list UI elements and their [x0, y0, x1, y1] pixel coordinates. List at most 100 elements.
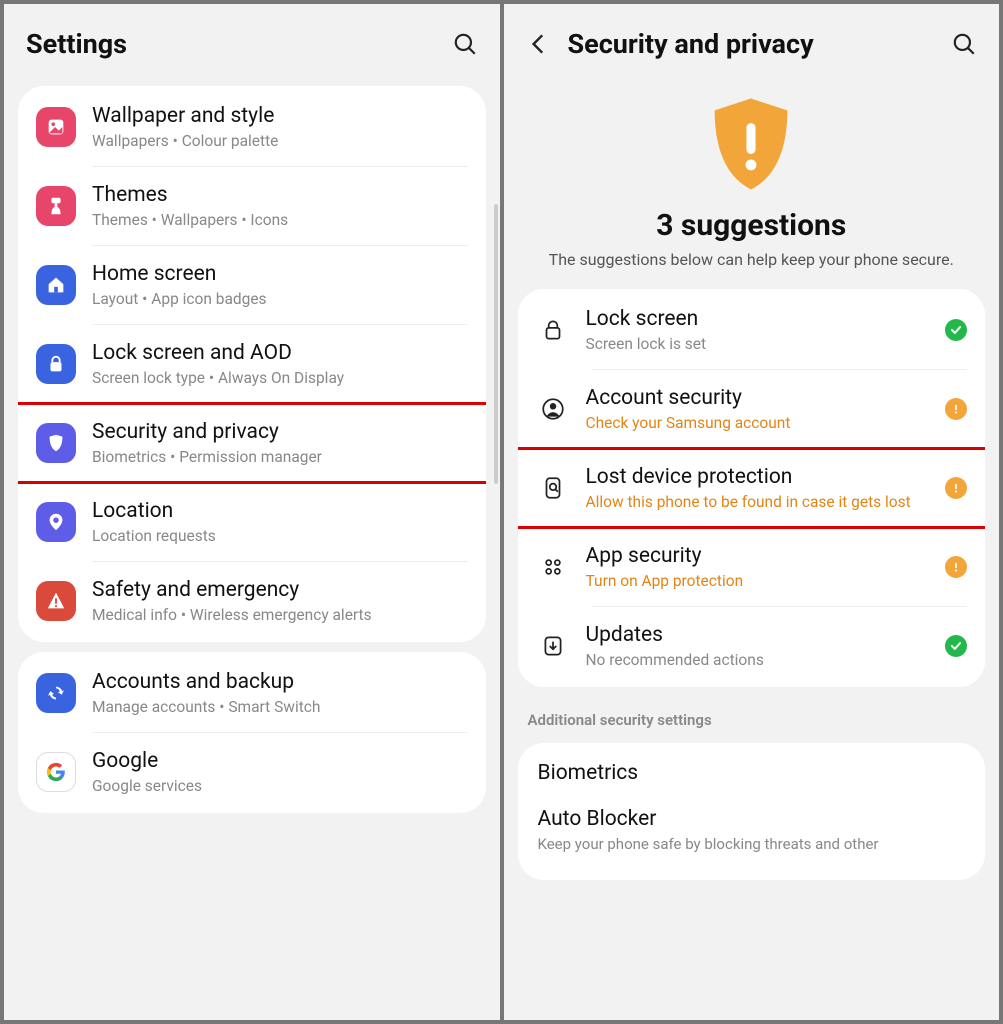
item-subtitle: No recommended actions	[586, 651, 930, 669]
check-icon	[945, 319, 967, 341]
extra-item-autoblocker[interactable]: Auto Blocker Keep your phone safe by bloc…	[518, 791, 986, 861]
security-header: Security and privacy	[504, 4, 1000, 76]
highlight-themes: Themes Themes • Wallpapers • Icons	[18, 167, 486, 245]
page-title: Security and privacy	[568, 28, 938, 60]
item-title: Themes	[92, 183, 468, 207]
additional-settings-card: Biometrics Auto Blocker Keep your phone sa…	[518, 743, 986, 881]
settings-item-accounts[interactable]: Accounts and backup Manage accounts • Sma…	[18, 654, 486, 732]
find-icon	[536, 471, 570, 505]
highlight-appsec: App securityTurn on App protection	[518, 528, 986, 606]
highlight-google: Google Google services	[18, 733, 486, 811]
item-subtitle: Screen lock type • Always On Display	[92, 369, 468, 387]
row-text: Safety and emergency Medical info • Wirel…	[92, 578, 468, 624]
item-title: Google	[92, 749, 468, 773]
page-title: Settings	[26, 28, 438, 60]
grid-icon	[536, 550, 570, 584]
row-text: Updates No recommended actions	[586, 623, 930, 669]
check-icon	[945, 635, 967, 657]
item-title: Wallpaper and style	[92, 104, 468, 128]
google-icon	[36, 752, 76, 792]
row-text: Google Google services	[92, 749, 468, 795]
settings-group: Wallpaper and styleWallpapers • Colour p…	[18, 86, 486, 642]
section-label: Additional security settings	[504, 697, 1000, 733]
user-icon	[536, 392, 570, 426]
settings-item-wallpaper[interactable]: Wallpaper and styleWallpapers • Colour p…	[18, 88, 486, 166]
settings-screen: Settings Wallpaper and styleWallpapers •…	[4, 4, 500, 1020]
scrollbar[interactable]	[494, 204, 498, 484]
lock-icon	[36, 344, 76, 384]
item-title: Accounts and backup	[92, 670, 468, 694]
settings-item-location[interactable]: LocationLocation requests	[18, 483, 486, 561]
row-text: Account security Check your Samsung accou…	[586, 386, 930, 432]
security-screen: Security and privacy 3 suggestions The s…	[504, 4, 1000, 1020]
highlight-lockscreen: Lock screen and AOD Screen lock type • Al…	[18, 325, 486, 403]
download-icon	[536, 629, 570, 663]
row-text: Wallpaper and styleWallpapers • Colour p…	[92, 104, 468, 150]
settings-item-safety[interactable]: Safety and emergency Medical info • Wirel…	[18, 562, 486, 640]
suggestions-hero: 3 suggestions The suggestions below can …	[504, 76, 1000, 279]
row-text: Home screen Layout • App icon badges	[92, 262, 468, 308]
item-subtitle: Location requests	[92, 527, 468, 545]
item-subtitle: Keep your phone safe by blocking threats…	[538, 835, 966, 855]
row-text: Lock screen Screen lock is set	[586, 307, 930, 353]
shield-warning-icon	[701, 94, 801, 194]
search-icon[interactable]	[951, 31, 977, 57]
item-subtitle: Themes • Wallpapers • Icons	[92, 211, 468, 229]
back-icon[interactable]	[526, 31, 552, 57]
sync-icon	[36, 673, 76, 713]
item-subtitle: Biometrics • Permission manager	[92, 448, 468, 466]
highlight-wallpaper: Wallpaper and styleWallpapers • Colour p…	[18, 88, 486, 166]
highlight-lock: Lock screen Screen lock is set	[518, 291, 986, 369]
extra-item-biometrics[interactable]: Biometrics	[518, 745, 986, 791]
hero-title: 3 suggestions	[524, 208, 980, 243]
security-item-lost[interactable]: Lost device protectionAllow this phone t…	[518, 449, 986, 527]
search-icon[interactable]	[452, 31, 478, 57]
item-subtitle: Layout • App icon badges	[92, 290, 468, 308]
item-subtitle: Turn on App protection	[586, 572, 930, 590]
item-subtitle: Google services	[92, 777, 468, 795]
item-title: Updates	[586, 623, 930, 647]
settings-item-themes[interactable]: Themes Themes • Wallpapers • Icons	[18, 167, 486, 245]
warning-icon	[945, 398, 967, 420]
settings-group: Accounts and backup Manage accounts • Sma…	[18, 652, 486, 813]
settings-item-lockscreen[interactable]: Lock screen and AOD Screen lock type • Al…	[18, 325, 486, 403]
highlight-lost: Lost device protectionAllow this phone t…	[518, 449, 986, 527]
item-title: Lost device protection	[586, 465, 930, 489]
settings-item-google[interactable]: Google Google services	[18, 733, 486, 811]
picture-icon	[36, 107, 76, 147]
settings-item-security[interactable]: Security and privacyBiometrics • Permiss…	[18, 404, 486, 482]
item-title: Biometrics	[538, 761, 966, 785]
item-title: Safety and emergency	[92, 578, 468, 602]
highlight-security: Security and privacyBiometrics • Permiss…	[18, 404, 486, 482]
item-title: Lock screen	[586, 307, 930, 331]
security-item-updates[interactable]: Updates No recommended actions	[518, 607, 986, 685]
home-icon	[36, 265, 76, 305]
security-item-lock[interactable]: Lock screen Screen lock is set	[518, 291, 986, 369]
highlight-home: Home screen Layout • App icon badges	[18, 246, 486, 324]
pin-icon	[36, 502, 76, 542]
item-subtitle: Manage accounts • Smart Switch	[92, 698, 468, 716]
item-subtitle: Screen lock is set	[586, 335, 930, 353]
security-item-appsec[interactable]: App securityTurn on App protection	[518, 528, 986, 606]
item-title: Auto Blocker	[538, 807, 966, 831]
row-text: LocationLocation requests	[92, 499, 468, 545]
hero-subtitle: The suggestions below can help keep your…	[524, 249, 980, 271]
item-title: Home screen	[92, 262, 468, 286]
item-title: Lock screen and AOD	[92, 341, 468, 365]
item-subtitle: Check your Samsung account	[586, 414, 930, 432]
row-text: Accounts and backup Manage accounts • Sma…	[92, 670, 468, 716]
highlight-safety: Safety and emergency Medical info • Wirel…	[18, 562, 486, 640]
item-subtitle: Medical info • Wireless emergency alerts	[92, 606, 468, 624]
warning-icon	[945, 477, 967, 499]
brush-icon	[36, 186, 76, 226]
settings-list[interactable]: Wallpaper and styleWallpapers • Colour p…	[4, 76, 500, 823]
highlight-accounts: Accounts and backup Manage accounts • Sma…	[18, 654, 486, 732]
row-text: Themes Themes • Wallpapers • Icons	[92, 183, 468, 229]
item-title: Account security	[586, 386, 930, 410]
settings-item-home[interactable]: Home screen Layout • App icon badges	[18, 246, 486, 324]
security-item-account[interactable]: Account security Check your Samsung accou…	[518, 370, 986, 448]
alert-icon	[36, 581, 76, 621]
highlight-location: LocationLocation requests	[18, 483, 486, 561]
highlight-updates: Updates No recommended actions	[518, 607, 986, 685]
row-text: Security and privacyBiometrics • Permiss…	[92, 420, 468, 466]
